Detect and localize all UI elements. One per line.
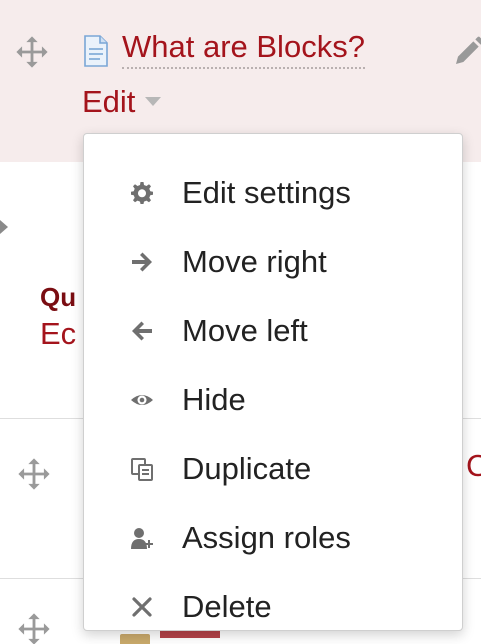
edit-title-pencil-icon[interactable] — [452, 36, 481, 68]
menu-item-label: Hide — [182, 381, 246, 417]
menu-item-move-right[interactable]: Move right — [84, 227, 462, 296]
activity-link-partial[interactable]: C — [466, 448, 481, 484]
menu-item-assign-roles[interactable]: Assign roles — [84, 503, 462, 572]
arrow-left-icon — [130, 319, 154, 343]
move-icon[interactable] — [17, 457, 51, 491]
menu-list: Edit settings Move right Move left Hide … — [84, 134, 462, 641]
section-title-partial[interactable]: Qu — [40, 282, 76, 313]
collapse-arrow-icon[interactable] — [0, 220, 8, 234]
menu-item-edit-settings[interactable]: Edit settings — [84, 158, 462, 227]
menu-item-label: Edit settings — [182, 174, 351, 210]
section-edit-partial[interactable]: Ec — [40, 316, 76, 352]
menu-item-move-left[interactable]: Move left — [84, 296, 462, 365]
duplicate-icon — [130, 457, 154, 481]
menu-item-label: Assign roles — [182, 519, 351, 555]
menu-item-label: Move left — [182, 312, 308, 348]
menu-item-label: Move right — [182, 243, 327, 279]
menu-item-delete[interactable]: Delete — [84, 572, 462, 641]
menu-item-label: Delete — [182, 588, 272, 624]
move-icon[interactable] — [15, 35, 49, 69]
edit-dropdown-menu: Edit settings Move right Move left Hide … — [83, 133, 463, 631]
delete-icon — [130, 595, 154, 619]
menu-item-hide[interactable]: Hide — [84, 365, 462, 434]
course-page: What are Blocks? Edit Qu Ec C Edit setti… — [0, 0, 481, 644]
menu-item-label: Duplicate — [182, 450, 312, 486]
eye-icon — [130, 388, 154, 412]
edit-menu-label: Edit — [82, 84, 136, 119]
move-icon[interactable] — [17, 612, 51, 644]
activity-title-link[interactable]: What are Blocks? — [122, 27, 365, 69]
menu-item-duplicate[interactable]: Duplicate — [84, 434, 462, 503]
gear-icon — [130, 181, 154, 205]
edit-menu-toggle[interactable]: Edit — [82, 82, 162, 122]
page-icon — [83, 35, 109, 67]
arrow-right-icon — [130, 250, 154, 274]
caret-down-icon — [145, 97, 162, 107]
assign-roles-icon — [130, 526, 154, 550]
